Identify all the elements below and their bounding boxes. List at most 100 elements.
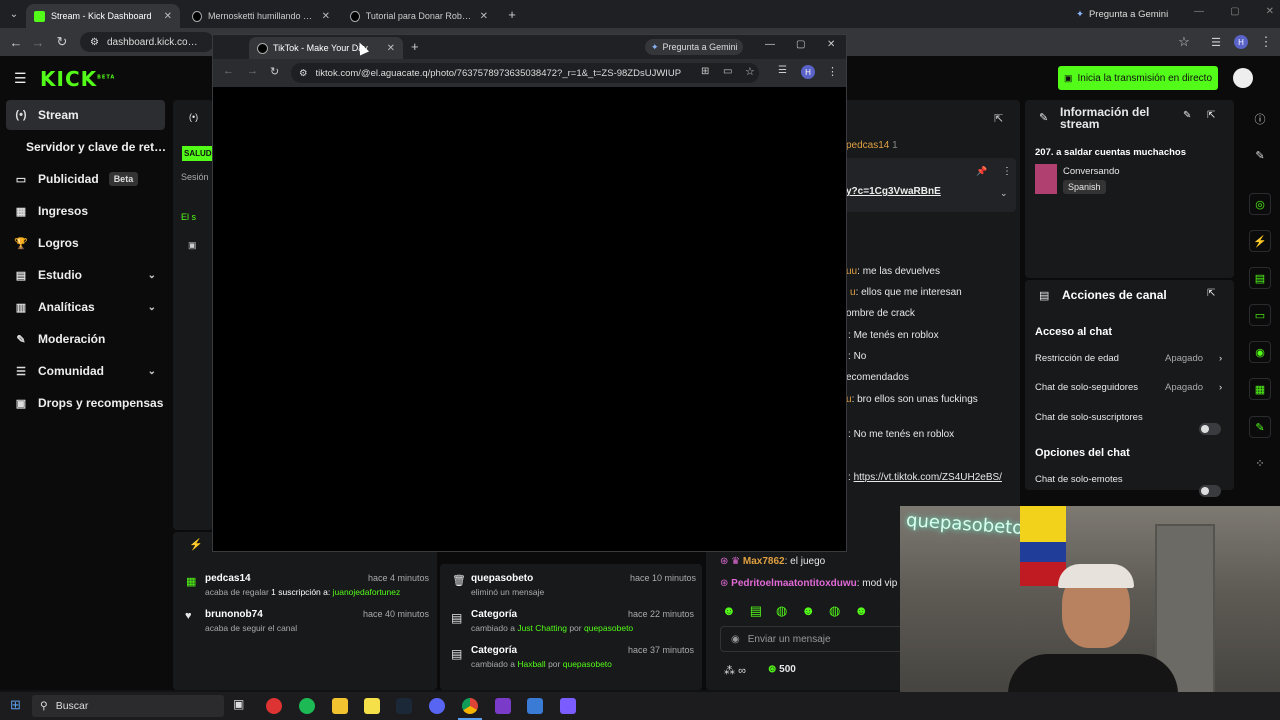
translate-icon[interactable]: ⊞: [701, 66, 709, 77]
app-icon[interactable]: [527, 698, 543, 714]
broadcast-icon[interactable]: ◉: [1249, 341, 1271, 363]
sidebar-item-achievements[interactable]: 🏆 Logros: [0, 228, 170, 258]
sidebar-item-drops[interactable]: ▣ Drops y recompensas: [0, 388, 170, 418]
target-user[interactable]: quepasobeto: [563, 659, 612, 669]
target-user[interactable]: quepasobeto: [584, 623, 633, 633]
new-tab-icon[interactable]: +: [411, 39, 419, 54]
steam-icon[interactable]: [396, 698, 412, 714]
close-tab-icon[interactable]: ✕: [164, 11, 172, 22]
reload-icon[interactable]: ↻: [270, 65, 279, 78]
menu-dots-icon[interactable]: ⋮: [1254, 28, 1278, 56]
reading-list-icon[interactable]: ☰: [778, 65, 787, 76]
close-window-icon[interactable]: ✕: [827, 39, 835, 50]
chat-icon[interactable]: ▭: [1249, 304, 1271, 326]
gemini-button[interactable]: ✦ Pregunta a Gemini: [645, 39, 743, 55]
close-tab-icon[interactable]: ✕: [480, 11, 488, 22]
close-window-icon[interactable]: ✕: [1266, 6, 1274, 17]
url-bar[interactable]: ⚙ dashboard.kick.com/strea: [80, 32, 214, 52]
chevron-down-icon[interactable]: ⌄: [1000, 188, 1008, 199]
spotify-icon[interactable]: [299, 698, 315, 714]
file-explorer-icon[interactable]: [332, 698, 348, 714]
bookmark-star-icon[interactable]: ☆: [1172, 28, 1196, 56]
cast-icon[interactable]: ▭: [723, 66, 732, 77]
new-tab-icon[interactable]: +: [500, 0, 524, 28]
emote-icon[interactable]: ◍: [829, 603, 840, 619]
url-bar[interactable]: ⚙ tiktok.com/@el.aguacate.q/photo/7637578…: [291, 63, 759, 83]
windows-start-icon[interactable]: ⊞: [10, 697, 21, 713]
tab-kick-dashboard[interactable]: Stream - Kick Dashboard ✕: [26, 4, 180, 28]
app-icon[interactable]: [495, 698, 511, 714]
hamburger-menu-icon[interactable]: ☰: [14, 70, 27, 87]
emote-icon[interactable]: ◍: [776, 603, 787, 619]
go-live-button[interactable]: ▣ Inicia la transmisión en directo: [1058, 66, 1218, 90]
sticky-notes-icon[interactable]: [364, 698, 380, 714]
emote-icon[interactable]: ☻: [801, 603, 815, 619]
forward-icon[interactable]: →: [26, 28, 50, 56]
target-user[interactable]: juanojedafortunez: [333, 587, 401, 597]
bookmark-star-icon[interactable]: ☆: [745, 65, 755, 78]
reading-list-icon[interactable]: ☰: [1204, 28, 1228, 56]
minimize-icon[interactable]: —: [765, 39, 775, 50]
layout-icon[interactable]: ▦: [1249, 378, 1271, 400]
sidebar-item-moderation[interactable]: ✎ Moderación: [0, 324, 170, 354]
profile-avatar[interactable]: H: [1234, 35, 1248, 49]
lightning-icon[interactable]: ⚡: [1249, 230, 1271, 252]
minimize-icon[interactable]: —: [1194, 6, 1204, 17]
app-icon[interactable]: [266, 698, 282, 714]
sidebar-item-analytics[interactable]: ▥ Analíticas ⌄: [0, 292, 170, 322]
maximize-icon[interactable]: ▢: [796, 39, 805, 50]
age-restriction-row[interactable]: Restricción de edad Apagado ›: [1035, 353, 1225, 367]
grid-icon[interactable]: ⁘: [1249, 452, 1271, 474]
emotes-only-toggle[interactable]: [1199, 485, 1221, 497]
popout-icon[interactable]: ⇱: [994, 112, 1003, 125]
emote-icon[interactable]: ☻: [854, 603, 868, 619]
back-icon[interactable]: ←: [223, 65, 234, 77]
followers-only-row[interactable]: Chat de solo-seguidores Apagado ›: [1035, 382, 1225, 396]
maximize-icon[interactable]: ▢: [1230, 6, 1239, 17]
taskbar-search[interactable]: ⚲ Buscar: [32, 695, 224, 717]
edit-icon[interactable]: ✎: [1183, 110, 1191, 121]
more-icon[interactable]: ⋮: [1002, 166, 1012, 177]
sidebar-item-stream[interactable]: (•) Stream: [6, 100, 165, 130]
tab-tiktok-1[interactable]: Mernosketti humillando a los T ✕: [184, 4, 338, 28]
tab-tiktok-2[interactable]: Tutorial para Donar Robux a un ✕: [342, 4, 496, 28]
sidebar-item-ads[interactable]: ▭ Publicidad Beta: [0, 164, 170, 194]
pinned-message[interactable]: 📌 ⋮ y?c=1Cg3VwaRBnE ⌄: [840, 158, 1016, 212]
profile-avatar[interactable]: H: [801, 65, 815, 79]
subscribers-only-toggle[interactable]: [1199, 423, 1221, 435]
pinned-link[interactable]: y?c=1Cg3VwaRBnE: [846, 186, 941, 197]
camera-icon[interactable]: ◎: [1249, 193, 1271, 215]
app-icon[interactable]: [560, 698, 576, 714]
wrench-icon[interactable]: ✎: [1249, 416, 1271, 438]
info-icon[interactable]: ⓘ: [1249, 108, 1271, 130]
emote-icon[interactable]: ☻: [722, 603, 736, 619]
sidebar-item-revenue[interactable]: ▦ Ingresos: [0, 196, 170, 226]
emote-icon[interactable]: ▤: [750, 603, 762, 619]
category-link[interactable]: Haxball: [517, 659, 545, 669]
back-icon[interactable]: ←: [4, 28, 28, 56]
popout-icon[interactable]: ⇱: [1207, 110, 1215, 121]
reload-icon[interactable]: ↻: [50, 28, 74, 56]
tab-search-icon[interactable]: ⌄: [2, 0, 26, 28]
sidebar-item-community[interactable]: ☰ Comunidad ⌄: [0, 356, 170, 386]
points-display[interactable]: ⊛ 500: [768, 664, 796, 675]
gemini-button[interactable]: ✦ Pregunta a Gemini: [1076, 6, 1168, 22]
tab-tiktok[interactable]: TikTok - Make Your Day ✕: [249, 37, 403, 59]
kick-logo[interactable]: KICKBETA: [40, 67, 115, 91]
discord-icon[interactable]: [429, 698, 445, 714]
close-tab-icon[interactable]: ✕: [322, 11, 330, 22]
menu-dots-icon[interactable]: ⋮: [827, 65, 838, 78]
chat-link[interactable]: https://vt.tiktok.com/ZS4UH2eBS/: [854, 472, 1002, 483]
pen-icon[interactable]: ✎: [1249, 144, 1271, 166]
chat-input[interactable]: ◉ Enviar un mensaje: [720, 626, 910, 652]
chrome-icon[interactable]: [462, 698, 478, 714]
site-info-icon[interactable]: ⚙: [90, 37, 99, 48]
category-link[interactable]: Just Chatting: [517, 623, 567, 633]
user-avatar[interactable]: [1233, 68, 1253, 88]
site-info-icon[interactable]: ⚙: [299, 68, 308, 79]
forward-icon[interactable]: →: [247, 65, 258, 77]
sidebar-item-studio[interactable]: ▤ Estudio ⌄: [0, 260, 170, 290]
notes-icon[interactable]: ▤: [1249, 267, 1271, 289]
sidebar-item-server-key[interactable]: Servidor y clave de retransmisión: [0, 132, 170, 162]
popout-icon[interactable]: ⇱: [1207, 288, 1215, 299]
